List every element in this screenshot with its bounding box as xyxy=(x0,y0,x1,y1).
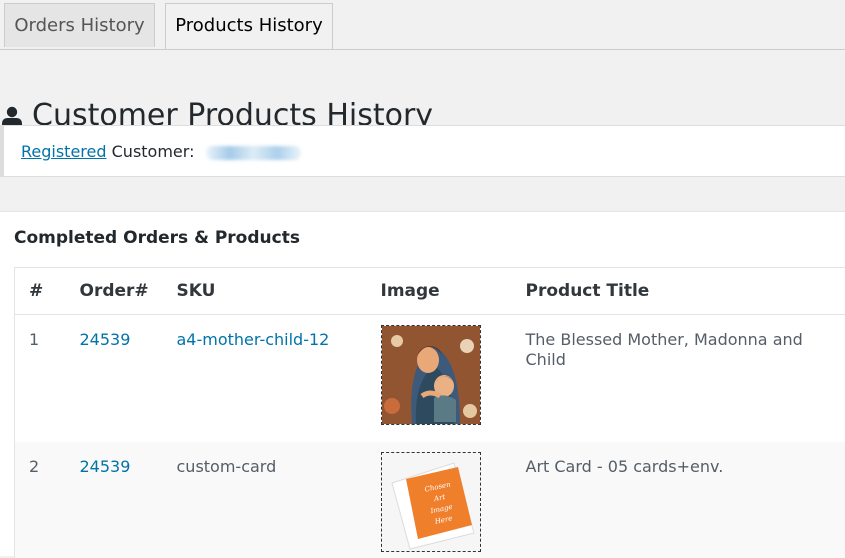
row-number: 1 xyxy=(29,315,80,350)
sku-text: custom-card xyxy=(177,442,381,477)
order-link[interactable]: 24539 xyxy=(80,315,177,350)
sku-link[interactable]: a4-mother-child-12 xyxy=(177,315,381,350)
column-header-sku: SKU xyxy=(177,268,381,315)
table-row: 2 24539 custom-card Chosen Art Image Her… xyxy=(15,442,845,558)
tab-products-history[interactable]: Products History xyxy=(165,3,333,49)
order-link[interactable]: 24539 xyxy=(80,442,177,477)
table-header-row: # Order# SKU Image Product Title xyxy=(15,268,845,315)
column-header-image: Image xyxy=(381,268,526,315)
custom-card-image: Chosen Art Image Here xyxy=(382,453,480,551)
customer-name-redacted xyxy=(206,146,301,160)
product-title: The Blessed Mother, Madonna and Child xyxy=(526,315,845,370)
orders-table: # Order# SKU Image Product Title 1 24539… xyxy=(14,267,845,558)
customer-label: Customer: xyxy=(112,142,195,161)
madonna-image xyxy=(382,326,480,424)
product-thumbnail-madonna[interactable] xyxy=(381,325,481,425)
row-number: 2 xyxy=(29,442,80,477)
tab-orders-history[interactable]: Orders History xyxy=(4,3,155,47)
tab-bar: Orders History Products History xyxy=(0,0,845,50)
panel-heading: Completed Orders & Products xyxy=(14,228,300,248)
product-thumbnail-custom-card[interactable]: Chosen Art Image Here xyxy=(381,452,481,552)
table-row: 1 24539 a4-mother-child-12 xyxy=(15,315,845,443)
orders-panel: Completed Orders & Products # Order# SKU… xyxy=(0,211,845,556)
customer-notice: Registered Customer: xyxy=(0,125,845,177)
column-header-order: Order# xyxy=(80,268,177,315)
column-header-num: # xyxy=(15,268,80,315)
product-title: Art Card - 05 cards+env. xyxy=(526,442,845,477)
column-header-product-title: Product Title xyxy=(526,268,845,315)
registered-link[interactable]: Registered xyxy=(21,142,107,161)
